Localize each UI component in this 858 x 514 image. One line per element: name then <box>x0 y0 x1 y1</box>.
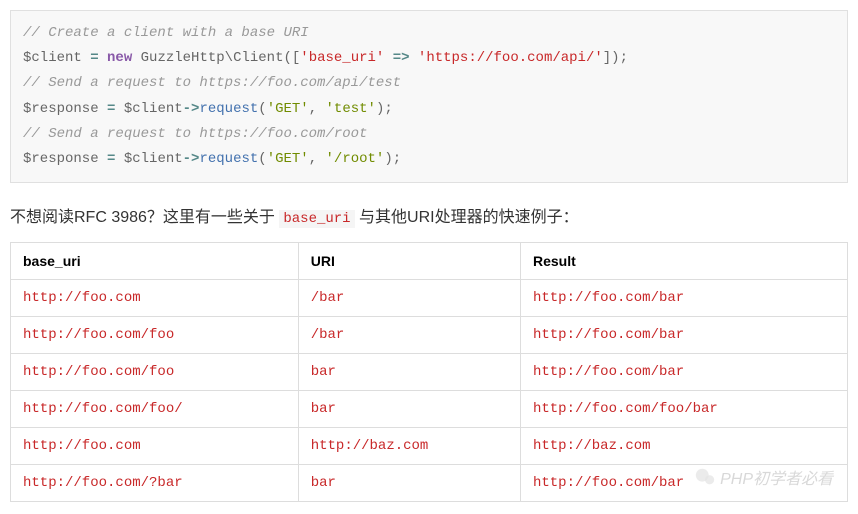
code-block: // Create a client with a base URI $clie… <box>10 10 848 183</box>
description-paragraph: 不想阅读RFC 3986？这里有一些关于 base_uri 与其他URI处理器的… <box>10 203 848 227</box>
table-row: http://foo.com/foobarhttp://foo.com/bar <box>11 354 848 391</box>
code-line-comment: // Send a request to https://foo.com/api… <box>23 71 835 96</box>
header-base-uri: base_uri <box>11 243 299 280</box>
code-line: $client = new GuzzleHttp\Client(['base_u… <box>23 46 835 71</box>
inline-code: base_uri <box>279 210 354 228</box>
code-line: $response = $client->request('GET', 'tes… <box>23 97 835 122</box>
wechat-icon <box>694 466 716 488</box>
table-header-row: base_uri URI Result <box>11 243 848 280</box>
table-row: http://foo.comhttp://baz.comhttp://baz.c… <box>11 428 848 465</box>
header-uri: URI <box>298 243 520 280</box>
code-line-comment: // Send a request to https://foo.com/roo… <box>23 122 835 147</box>
table-row: http://foo.com/barhttp://foo.com/bar <box>11 280 848 317</box>
table-row: http://foo.com/foo/barhttp://foo.com/bar <box>11 317 848 354</box>
uri-table: base_uri URI Result http://foo.com/barht… <box>10 242 848 502</box>
table-row: http://foo.com/foo/barhttp://foo.com/foo… <box>11 391 848 428</box>
watermark: PHP初学者必看 <box>694 465 833 489</box>
code-line: $response = $client->request('GET', '/ro… <box>23 147 835 172</box>
header-result: Result <box>520 243 847 280</box>
code-line-comment: // Create a client with a base URI <box>23 21 835 46</box>
